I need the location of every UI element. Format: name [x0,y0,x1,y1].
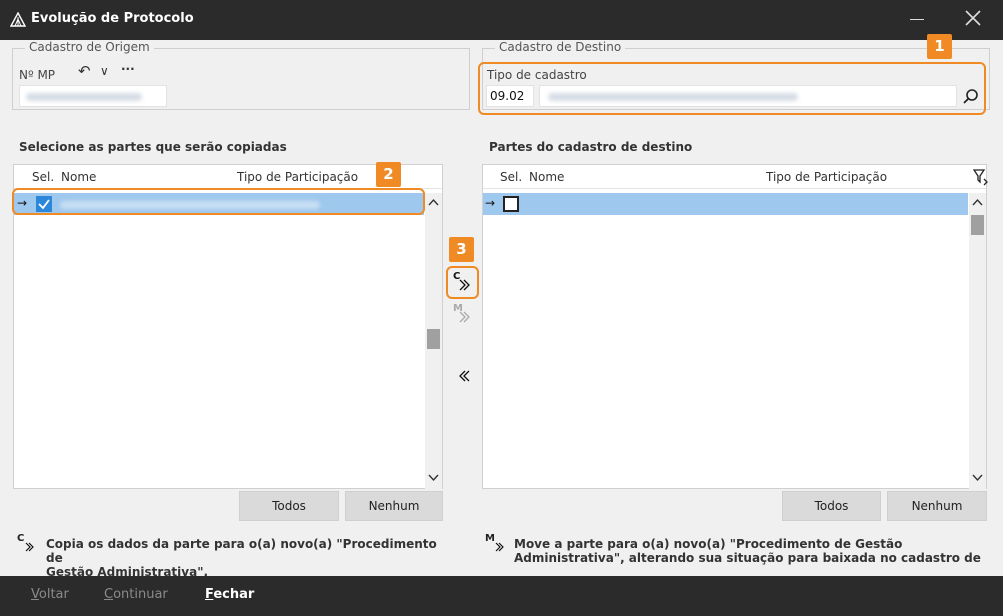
highlight-2-row [12,188,425,215]
app-logo-icon [10,12,26,27]
left-col-tipo[interactable]: Tipo de Participação [237,170,358,184]
fechar-button[interactable]: Fechar [205,587,254,602]
more-icon[interactable]: ··· [121,62,135,76]
badge-3: 3 [449,237,474,262]
chevron-down-icon[interactable]: ∨ [100,64,109,78]
double-chevron-right-icon [25,542,34,552]
right-table-row[interactable]: → [483,193,968,215]
copy-note-line1: Copia os dados da parte para o(a) novo(a… [46,537,437,565]
window-title: Evolução de Protocolo [31,11,194,26]
double-chevron-right-icon [495,542,504,552]
move-note-line1: Move a parte para o(a) novo(a) "Procedim… [514,537,903,551]
destino-legend: Cadastro de Destino [495,40,626,54]
right-col-sel[interactable]: Sel. [500,170,522,184]
copy-note: Copia os dados da parte para o(a) novo(a… [46,537,456,579]
row-pointer-icon: → [485,196,496,210]
left-col-nome[interactable]: Nome [61,170,96,184]
right-nenhum-button[interactable]: Nenhum [887,491,987,521]
scroll-down-icon[interactable] [972,474,983,482]
move-note-line2: Administrativa", alterando sua situação … [514,551,981,565]
right-col-nome[interactable]: Nome [529,170,564,184]
scroll-up-icon[interactable] [972,198,983,206]
right-col-tipo[interactable]: Tipo de Participação [766,170,887,184]
continuar-button[interactable]: Continuar [104,587,168,602]
row-checkbox[interactable] [503,196,519,212]
double-chevron-right-icon [459,311,470,323]
badge-1: 1 [927,34,952,59]
right-scroll-thumb[interactable] [971,215,984,235]
mp-number-field[interactable] [19,85,167,107]
dialog-body: Cadastro de Origem Nº MP ↶ ∨ ··· Cadastr… [0,34,1003,579]
left-scrollbar[interactable] [425,193,442,489]
double-chevron-left-icon [459,370,470,382]
left-col-sel[interactable]: Sel. [32,170,54,184]
voltar-button[interactable]: Voltar [31,587,69,602]
mp-label: Nº MP [19,68,56,82]
left-panel-title: Selecione as partes que serão copiadas [19,140,287,154]
origem-legend: Cadastro de Origem [25,40,154,54]
close-icon[interactable] [958,6,988,32]
right-panel-title: Partes do cadastro de destino [489,140,693,154]
left-todos-button[interactable]: Todos [239,491,339,521]
footer-bar: Voltar Continuar Fechar [0,576,1003,616]
right-todos-button[interactable]: Todos [782,491,881,521]
title-bar: Evolução de Protocolo [0,0,1003,40]
highlight-1 [478,62,986,115]
minimize-button[interactable] [902,6,932,32]
move-to-destination-button[interactable]: M [452,303,474,326]
badge-2: 2 [376,162,401,187]
move-note: Move a parte para o(a) novo(a) "Procedim… [514,537,994,565]
undo-icon[interactable]: ↶ [78,62,91,80]
right-grid-header: Sel. Nome Tipo de Participação [483,165,986,189]
return-to-origin-button[interactable] [454,365,476,387]
scroll-down-icon[interactable] [428,474,439,482]
filter-icon[interactable] [973,168,989,186]
scroll-up-icon[interactable] [428,198,439,206]
right-scrollbar[interactable] [969,193,986,489]
left-scroll-thumb[interactable] [427,329,440,349]
highlight-3 [446,266,479,299]
left-nenhum-button[interactable]: Nenhum [345,491,443,521]
right-grid: Sel. Nome Tipo de Participação → [482,164,987,489]
